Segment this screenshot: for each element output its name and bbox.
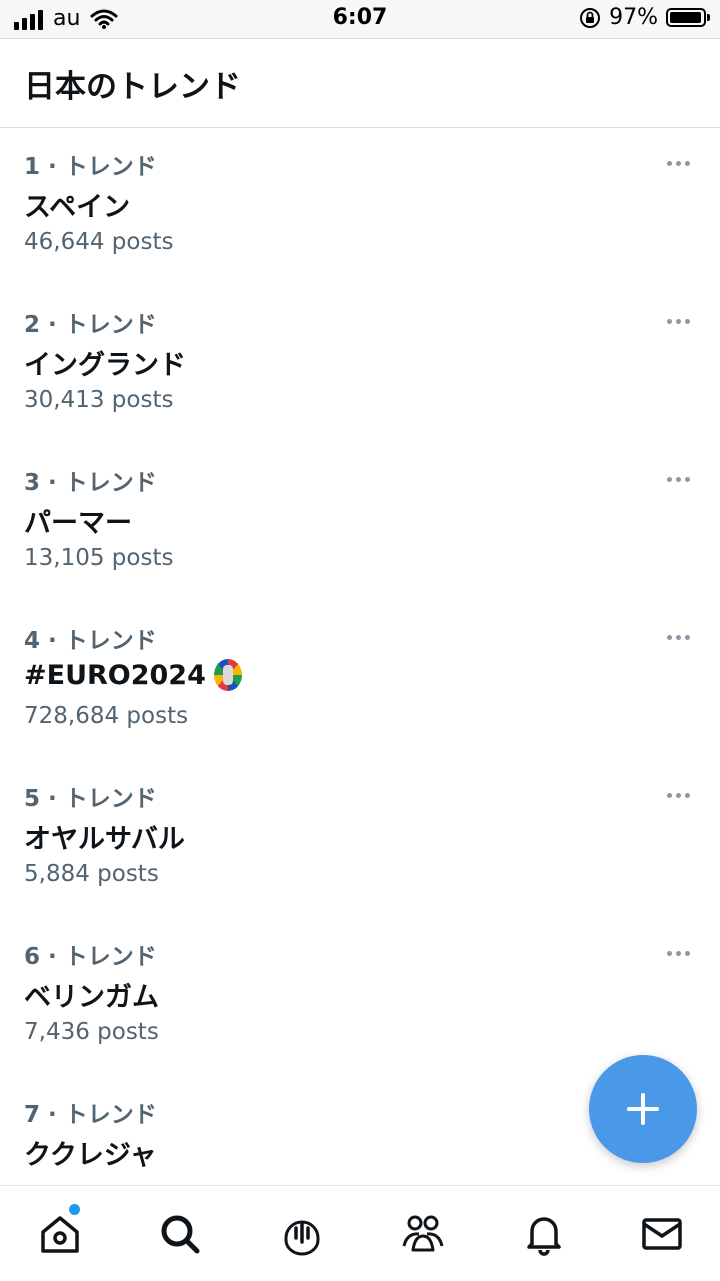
- trend-post-count: 13,105 posts: [24, 545, 174, 571]
- trend-item[interactable]: 3 · トレンド パーマー 13,105 posts: [0, 445, 720, 603]
- more-options-icon[interactable]: [663, 473, 694, 486]
- trend-rank-label: 2 · トレンド: [24, 312, 157, 338]
- header: 日本のトレンド: [0, 39, 720, 128]
- trend-name-text: オヤルサバル: [24, 824, 185, 855]
- nav-notifications[interactable]: [514, 1208, 574, 1260]
- trend-rank-label: 7 · トレンド: [24, 1102, 157, 1128]
- battery-percent: 97%: [609, 5, 658, 30]
- trend-rank-label: 5 · トレンド: [24, 786, 157, 812]
- plus-icon: [627, 1093, 659, 1125]
- more-options-icon[interactable]: [663, 157, 694, 170]
- home-icon: [41, 1216, 79, 1253]
- communities-icon: [402, 1215, 444, 1252]
- nav-spaces[interactable]: [272, 1208, 332, 1260]
- trend-name: パーマー: [24, 501, 132, 540]
- trend-rank-label: 1 · トレンド: [24, 154, 157, 180]
- battery-icon: [666, 8, 710, 27]
- nav-home[interactable]: [30, 1204, 90, 1260]
- trend-name: #EURO2024: [24, 659, 242, 691]
- spaces-icon: [284, 1220, 320, 1256]
- notification-dot: [69, 1204, 80, 1215]
- compose-post-button[interactable]: [589, 1055, 697, 1163]
- trend-post-count: 30,413 posts: [24, 387, 174, 413]
- trend-post-count: 5,884 posts: [24, 861, 159, 887]
- trend-name: ククレジャ: [24, 1133, 157, 1172]
- search-icon: [161, 1215, 200, 1254]
- nav-messages[interactable]: [632, 1208, 692, 1260]
- more-options-icon[interactable]: [663, 947, 694, 960]
- trend-list[interactable]: 1 · トレンド スペイン 46,644 posts 2 · トレンド イングラ…: [0, 129, 720, 1184]
- more-options-icon[interactable]: [663, 315, 694, 328]
- status-right: 97%: [579, 5, 710, 30]
- trend-item[interactable]: 1 · トレンド スペイン 46,644 posts: [0, 129, 720, 287]
- bottom-nav: [0, 1185, 720, 1281]
- mail-icon: [642, 1218, 682, 1250]
- trend-name: オヤルサバル: [24, 817, 185, 856]
- nav-communities[interactable]: [393, 1208, 453, 1260]
- more-options-icon[interactable]: [663, 789, 694, 802]
- trend-item[interactable]: 2 · トレンド イングランド 30,413 posts: [0, 287, 720, 445]
- trend-post-count: 728,684 posts: [24, 703, 189, 729]
- page-title: 日本のトレンド: [24, 69, 241, 105]
- trend-rank-label: 6 · トレンド: [24, 944, 157, 970]
- trend-name-text: スペイン: [24, 192, 131, 223]
- trend-name-text: ククレジャ: [24, 1140, 157, 1171]
- more-options-icon[interactable]: [663, 631, 694, 644]
- trend-name-text: #EURO2024: [24, 659, 206, 691]
- battery-fill: [670, 12, 702, 23]
- trend-name: ベリンガム: [24, 975, 159, 1014]
- status-bar: au 6:07 97%: [0, 0, 720, 39]
- bell-icon: [527, 1217, 561, 1256]
- orientation-lock-icon: [580, 7, 601, 28]
- trend-item[interactable]: 4 · トレンド #EURO2024 728,684 posts: [0, 603, 720, 761]
- trend-name-text: ベリンガム: [24, 982, 159, 1013]
- trend-post-count: 46,644 posts: [24, 229, 174, 255]
- trend-name: イングランド: [24, 343, 186, 382]
- trend-name-text: パーマー: [24, 508, 132, 539]
- euro-emblem-icon: [213, 659, 242, 691]
- nav-search[interactable]: [150, 1208, 210, 1260]
- trend-rank-label: 3 · トレンド: [24, 470, 157, 496]
- trend-post-count: 7,436 posts: [24, 1019, 159, 1045]
- trend-name: スペイン: [24, 185, 130, 224]
- trend-name-text: イングランド: [24, 350, 186, 381]
- trend-item[interactable]: 5 · トレンド オヤルサバル 5,884 posts: [0, 761, 720, 919]
- trend-item[interactable]: 6 · トレンド ベリンガム 7,436 posts: [0, 919, 720, 1077]
- trend-rank-label: 4 · トレンド: [24, 628, 157, 654]
